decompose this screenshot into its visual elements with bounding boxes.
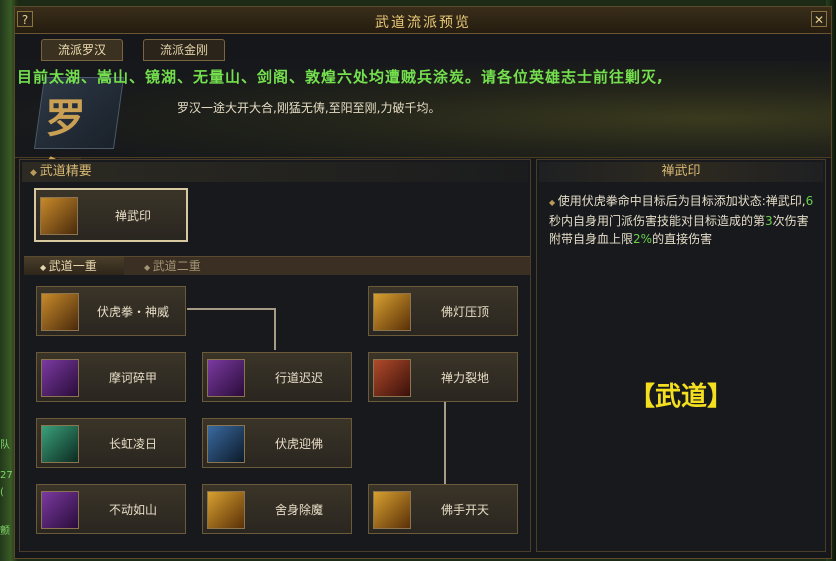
skill-chanwuyin[interactable]: 禅武印: [34, 188, 188, 242]
skill-name: 舍身除魔: [274, 502, 323, 517]
percent-value: 2%: [633, 232, 653, 246]
tier-1-label: 武道一重: [48, 259, 97, 273]
skill-name: 佛手开天: [440, 502, 489, 517]
skill-mohesuijia[interactable]: 摩诃碎甲: [36, 352, 186, 402]
swastika-icon: [41, 359, 79, 397]
close-button[interactable]: ✕: [811, 11, 827, 27]
skill-description: ◆ 使用伏虎拳命中目标后为目标添加状态:禅武印,6 秒内自身用门派伤害技能对目标造…: [549, 192, 819, 248]
connector-line: [187, 308, 275, 310]
connector-line: [274, 308, 276, 350]
skill-name: 佛灯压顶: [440, 304, 489, 319]
desc-text: 的直接伤害: [652, 232, 713, 246]
skill-foshoukaitian[interactable]: 佛手开天: [368, 484, 518, 534]
skill-fuhuyingfo[interactable]: 伏虎迎佛: [202, 418, 352, 468]
chat-fragment: 颤: [0, 526, 10, 537]
window-title: 武道流派预览: [375, 15, 471, 31]
skills-panel: ◆ 武道精要 禅武印 ◆ 武道一重 ◆ 武道二重 伏虎拳・神威 佛灯压顶 摩诃碎…: [19, 159, 531, 552]
arm-icon: [373, 359, 411, 397]
skill-name: 禅力裂地: [440, 370, 489, 385]
system-broadcast: 目前太湖、嵩山、镜湖、无量山、剑阁、敦煌六处均遭贼兵涂炭。请各位英雄志士前往剿灭…: [17, 68, 664, 86]
skill-name: 行道迟迟: [274, 370, 323, 385]
monk-icon: [207, 491, 245, 529]
martial-school-preview-window: ? 武道流派预览 ✕ 流派罗汉 流派金刚 罗汉 罗汉一途大开大合,刚猛无俦,至阳…: [14, 6, 832, 559]
skill-budongrushan[interactable]: 不动如山: [36, 484, 186, 534]
hit-count-value: 3: [765, 214, 773, 228]
chat-fragment: 27: [0, 470, 13, 481]
essentials-header-label: 武道精要: [39, 164, 92, 179]
skill-chanliliedi[interactable]: 禅力裂地: [368, 352, 518, 402]
tab-tier-2[interactable]: ◆ 武道二重: [128, 257, 228, 275]
lamp-icon: [373, 293, 411, 331]
diamond-icon: ◆: [30, 168, 40, 178]
skill-fuhuquan[interactable]: 伏虎拳・神威: [36, 286, 186, 336]
essentials-header: ◆ 武道精要: [22, 162, 528, 182]
connector-line: [444, 400, 446, 484]
skill-name: 摩诃碎甲: [108, 370, 157, 385]
skill-changhonglingri[interactable]: 长虹凌日: [36, 418, 186, 468]
skill-name: 伏虎迎佛: [274, 436, 323, 451]
skill-name: 禅武印: [114, 208, 151, 223]
skill-detail-panel: 禅武印 ◆ 使用伏虎拳命中目标后为目标添加状态:禅武印,6 秒内自身用门派伤害技能…: [536, 159, 826, 552]
skill-xingdaochichi[interactable]: 行道迟迟: [202, 352, 352, 402]
duration-value: 6: [805, 194, 814, 208]
fist-icon: [40, 197, 78, 235]
school-description: 罗汉一途大开大合,刚猛无俦,至阳至刚,力破千均。: [177, 101, 441, 115]
skill-fodengyading[interactable]: 佛灯压顶: [368, 286, 518, 336]
swirl-icon: [41, 425, 79, 463]
skill-sheshenchumo[interactable]: 舍身除魔: [202, 484, 352, 534]
title-bar[interactable]: ? 武道流派预览 ✕: [15, 7, 831, 34]
diamond-icon: ◆: [40, 263, 49, 272]
category-label: 【武道】: [628, 382, 733, 412]
chat-fragment: (: [0, 487, 4, 498]
tab-jingang[interactable]: 流派金刚: [143, 39, 225, 61]
hand-icon: [373, 491, 411, 529]
fist-icon: [41, 293, 79, 331]
skill-name: 长虹凌日: [108, 436, 157, 451]
tier-2-label: 武道二重: [152, 259, 201, 273]
desc-text: 使用伏虎拳命中目标后为目标添加状态:禅武印,: [557, 194, 806, 208]
diamond-icon: ◆: [144, 263, 153, 272]
fist-icon: [207, 425, 245, 463]
diamond-icon: ◆: [549, 198, 558, 207]
chat-fragment: 队: [0, 440, 10, 451]
tiger-icon: [41, 491, 79, 529]
palm-icon: [207, 359, 245, 397]
desc-text: 秒内自身用门派伤害技能对目标造成的第: [549, 214, 766, 228]
skill-name: 伏虎拳・神威: [96, 304, 169, 319]
school-emblem: 罗汉: [33, 77, 125, 200]
skill-name: 不动如山: [108, 502, 157, 517]
tab-tier-1[interactable]: ◆ 武道一重: [24, 257, 124, 275]
detail-header: 禅武印: [539, 162, 823, 182]
tab-luohan[interactable]: 流派罗汉: [41, 39, 123, 61]
tier-tabs: ◆ 武道一重 ◆ 武道二重: [24, 256, 530, 275]
